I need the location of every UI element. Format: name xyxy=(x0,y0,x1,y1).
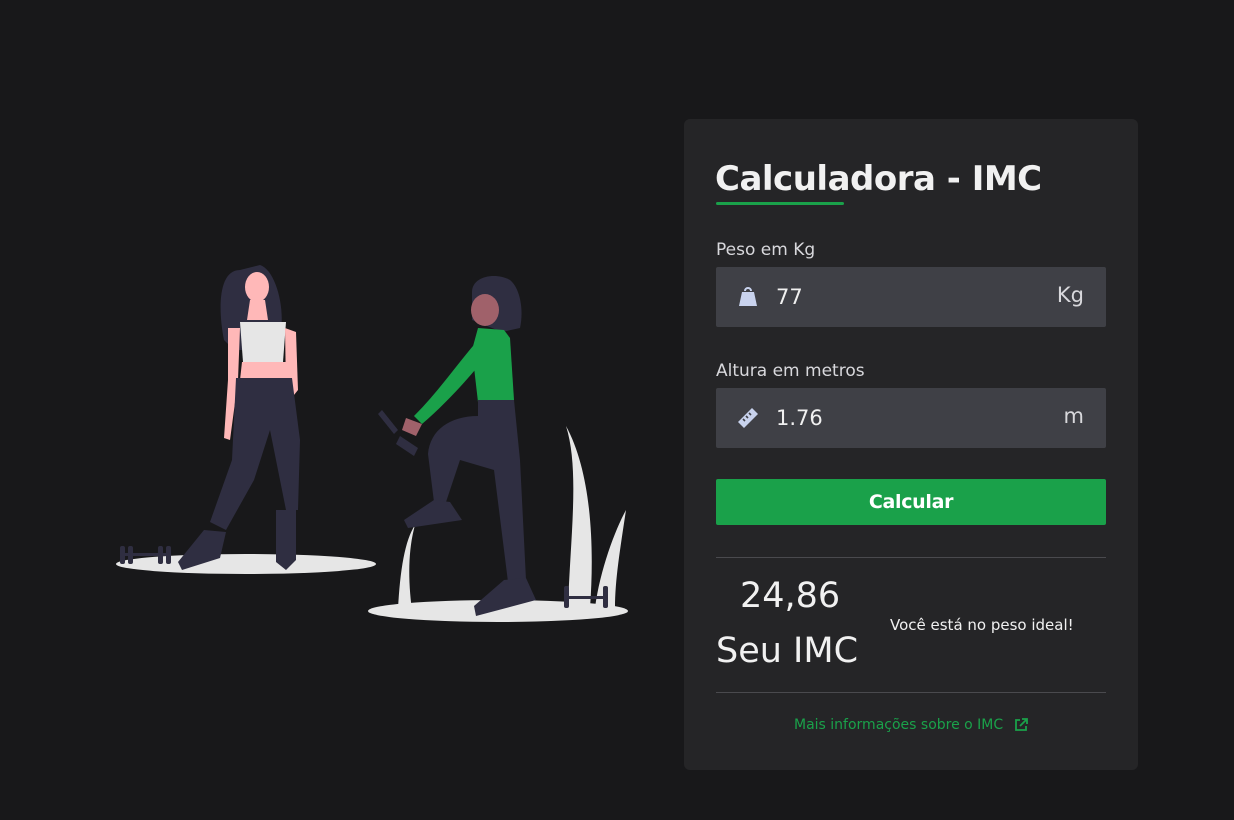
external-link-icon xyxy=(1015,718,1029,731)
weight-label: Peso em Kg xyxy=(716,240,816,260)
weight-icon xyxy=(739,287,757,306)
weight-input[interactable] xyxy=(776,279,1026,315)
calculate-button[interactable]: Calcular xyxy=(716,479,1106,525)
height-input[interactable] xyxy=(776,400,1026,436)
height-label: Altura em metros xyxy=(716,361,865,381)
more-info-link-label: Mais informações sobre o IMC xyxy=(794,717,1004,733)
title-underline xyxy=(716,202,844,205)
imc-status: Você está no peso ideal! xyxy=(890,616,1074,634)
weight-unit: Kg xyxy=(1056,283,1084,307)
imc-value: 24,86 xyxy=(740,576,841,616)
result-divider-top xyxy=(716,557,1106,558)
result-divider-bottom xyxy=(716,692,1106,693)
height-field: m xyxy=(716,388,1106,448)
weight-field: Kg xyxy=(716,267,1106,327)
ruler-icon xyxy=(738,408,758,428)
imc-calculator-card: Calculadora - IMC Peso em Kg Kg Altura e… xyxy=(684,119,1138,770)
imc-label: Seu IMC xyxy=(716,631,859,671)
fitness-illustration xyxy=(116,265,628,622)
more-info-link[interactable]: Mais informações sobre o IMC xyxy=(794,717,1029,733)
page-title: Calculadora - IMC xyxy=(715,159,1042,199)
height-unit: m xyxy=(1063,404,1084,428)
